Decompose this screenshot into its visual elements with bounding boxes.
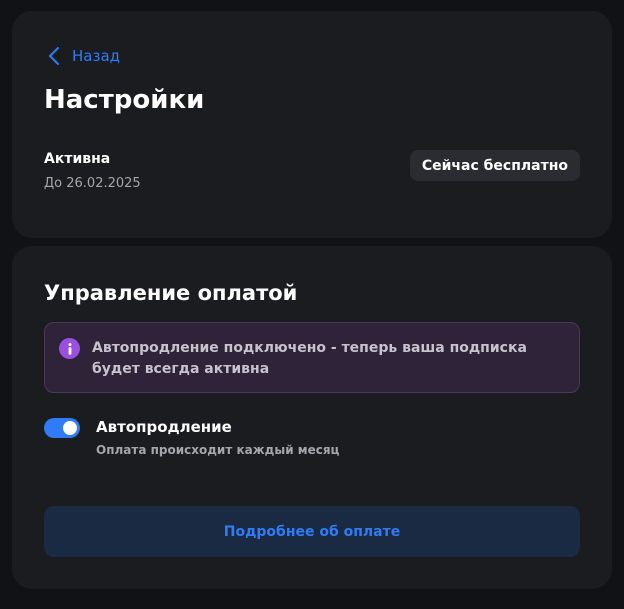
autorenew-info-banner: Автопродление подключено - теперь ваша п… xyxy=(44,322,580,393)
back-label: Назад xyxy=(72,47,121,65)
payment-card: Управление оплатой Автопродление подключ… xyxy=(12,246,612,589)
page-title: Настройки xyxy=(44,85,205,115)
info-icon xyxy=(59,338,80,359)
subscription-until-date: До 26.02.2025 xyxy=(44,176,141,191)
autorenew-description: Оплата происходит каждый месяц xyxy=(96,443,340,457)
autorenew-toggle[interactable] xyxy=(44,418,80,438)
section-title: Управление оплатой xyxy=(44,281,298,305)
back-link[interactable]: Назад xyxy=(48,44,120,68)
autorenew-label: Автопродление xyxy=(96,418,232,436)
info-message: Автопродление подключено - теперь ваша п… xyxy=(92,340,527,377)
toggle-knob xyxy=(63,421,77,435)
payment-details-button[interactable]: Подробнее об оплате xyxy=(44,506,580,557)
chevron-left-icon xyxy=(48,46,60,66)
subscription-status: Активна xyxy=(44,151,111,167)
settings-card: Назад Настройки Активна До 26.02.2025 Се… xyxy=(12,11,612,238)
price-badge: Сейчас бесплатно xyxy=(409,150,580,181)
